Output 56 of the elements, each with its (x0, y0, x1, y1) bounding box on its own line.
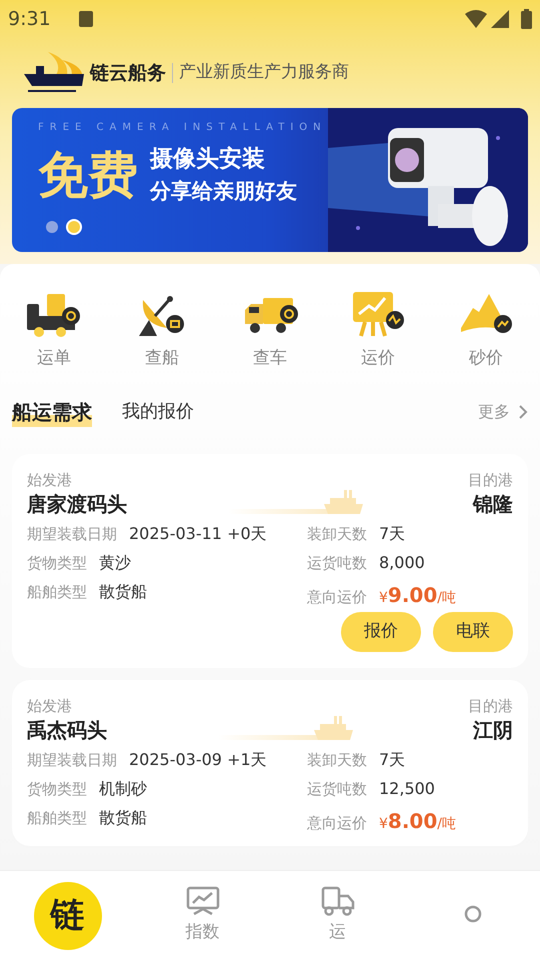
field-label: 装卸天数 (307, 750, 367, 770)
field-label: 期望装载日期 (27, 750, 117, 770)
quote-button[interactable]: 报价 (341, 612, 421, 652)
nav-label[interactable]: 指数 (186, 920, 220, 946)
battery-icon (521, 9, 532, 29)
call-button[interactable]: 电联 (433, 612, 513, 652)
field-value: 7天 (379, 748, 406, 770)
wifi-icon (465, 10, 487, 28)
banner-caption: FREE CAMERA INSTALLATION (38, 121, 327, 135)
field-label: 期望装载日期 (27, 524, 117, 544)
field-value: 散货船 (99, 580, 147, 602)
field-value: 2025-03-09 +1天 (129, 748, 267, 770)
status-time: 9:31 (8, 6, 51, 32)
notification-icon (78, 11, 93, 27)
field-label: 货物类型 (27, 778, 87, 800)
shortcut-label[interactable]: 运价 (361, 346, 395, 372)
field-value: 黄沙 (99, 552, 131, 574)
shortcut-label[interactable]: 查船 (145, 346, 179, 372)
field-value: 12,500 (379, 778, 435, 800)
brand-name: 链云船务 (90, 60, 166, 86)
field-value: 7天 (379, 522, 406, 544)
shortcut-label[interactable]: 砂价 (469, 346, 503, 372)
field-value: 散货船 (99, 806, 147, 828)
field-label: 运货吨数 (307, 552, 367, 574)
field-label: 装卸天数 (307, 524, 367, 544)
field-value: 8,000 (379, 552, 425, 574)
signal-icon (491, 10, 509, 28)
destination-port: 锦隆 (473, 490, 513, 518)
banner-text: 摄像头安装 (150, 145, 266, 174)
shortcut-label[interactable]: 运单 (37, 346, 71, 372)
field-label: 意向运价 (307, 812, 367, 834)
field-label: 船舶类型 (27, 808, 87, 828)
slogan: 产业新质生产力服务商 (179, 61, 349, 84)
banner-text: 分享给亲朋好友 (150, 178, 297, 205)
chevron-right-icon (518, 404, 528, 420)
nav-label[interactable]: 运 (329, 920, 346, 946)
app-logo-icon[interactable]: 链 (34, 882, 102, 950)
origin-port: 唐家渡码头 (27, 490, 127, 518)
price-value: ¥8.00/吨 (379, 808, 456, 834)
field-value: 机制砂 (99, 778, 147, 800)
price-value: ¥9.00/吨 (379, 582, 456, 608)
more-link[interactable]: 更多 (478, 400, 510, 424)
section-tab[interactable]: 我的报价 (122, 398, 194, 425)
destination-label: 目的港 (468, 696, 513, 716)
field-label: 货物类型 (27, 552, 87, 574)
origin-label: 始发港 (27, 696, 73, 716)
destination-label: 目的港 (468, 470, 513, 490)
field-label: 运货吨数 (307, 778, 367, 800)
field-value: 2025-03-11 +0天 (129, 522, 267, 544)
origin-port: 禹杰码头 (27, 716, 107, 744)
field-label: 意向运价 (307, 586, 367, 608)
shortcut-label[interactable]: 查车 (253, 346, 287, 372)
field-label: 船舶类型 (27, 582, 87, 602)
origin-label: 始发港 (27, 470, 73, 490)
destination-port: 江阴 (473, 716, 513, 744)
banner-headline: 免费 (38, 150, 138, 200)
